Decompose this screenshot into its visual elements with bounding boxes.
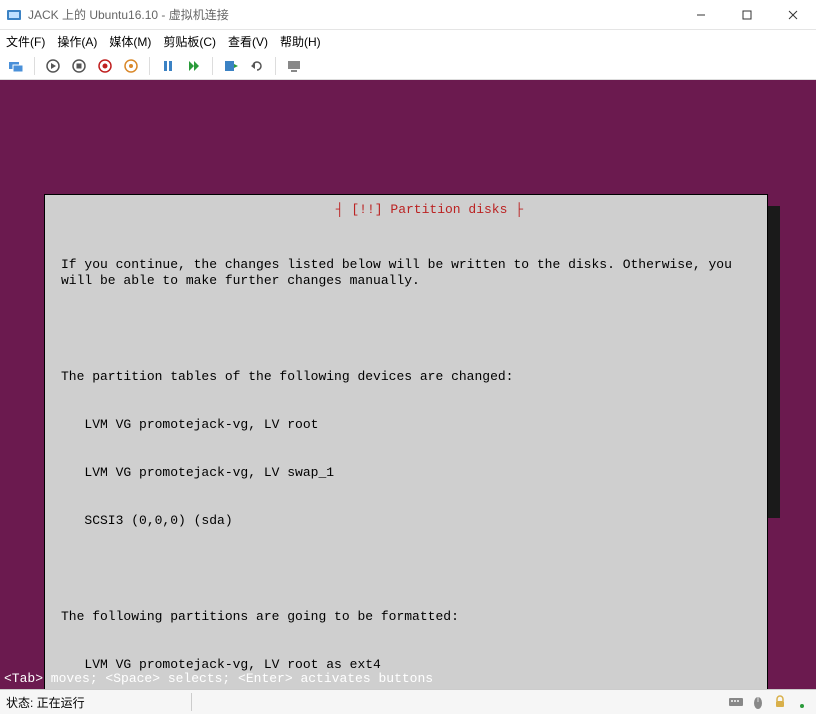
keyboard-hint: <Tab> moves; <Space> selects; <Enter> ac… <box>4 671 433 687</box>
blank-line <box>61 561 751 577</box>
lock-icon <box>772 694 788 710</box>
vm-display[interactable]: ┤ [!!] Partition disks ├ If you continue… <box>0 80 816 689</box>
close-button[interactable] <box>770 0 816 29</box>
dialog-paragraph-1: If you continue, the changes listed belo… <box>61 257 751 289</box>
revert-icon[interactable] <box>247 56 267 76</box>
toolbar-separator <box>212 57 213 75</box>
pt-line: SCSI3 (0,0,0) (sda) <box>61 513 751 529</box>
toolbar-separator <box>34 57 35 75</box>
dialog-title-row: ┤ [!!] Partition disks ├ <box>45 186 767 234</box>
maximize-button[interactable] <box>724 0 770 29</box>
dialog-title: ┤ [!!] Partition disks ├ <box>330 202 529 217</box>
menu-media[interactable]: 媒体(M) <box>109 33 151 50</box>
start-icon[interactable] <box>43 56 63 76</box>
window-buttons <box>678 0 816 29</box>
minimize-button[interactable] <box>678 0 724 29</box>
pt-line: LVM VG promotejack-vg, LV swap_1 <box>61 465 751 481</box>
fmt-header: The following partitions are going to be… <box>61 609 751 625</box>
pause-icon[interactable] <box>158 56 178 76</box>
status-dot-icon <box>794 694 810 710</box>
menu-view[interactable]: 查看(V) <box>228 33 268 50</box>
status-divider <box>191 693 192 711</box>
partition-dialog: ┤ [!!] Partition disks ├ If you continue… <box>44 194 768 689</box>
menu-file[interactable]: 文件(F) <box>6 33 45 50</box>
menu-action[interactable]: 操作(A) <box>57 33 97 50</box>
menu-help[interactable]: 帮助(H) <box>280 33 321 50</box>
window-title: JACK 上的 Ubuntu16.10 - 虚拟机连接 <box>28 6 678 23</box>
menu-clipboard[interactable]: 剪贴板(C) <box>163 33 216 50</box>
status-label: 状态: 正在运行 <box>6 694 85 711</box>
titlebar: JACK 上的 Ubuntu16.10 - 虚拟机连接 <box>0 0 816 30</box>
toolbar <box>0 52 816 80</box>
turnoff-icon[interactable] <box>69 56 89 76</box>
ctrl-alt-del-icon[interactable] <box>6 56 26 76</box>
keyboard-icon <box>728 694 744 710</box>
pt-line: LVM VG promotejack-vg, LV root <box>61 417 751 433</box>
statusbar: 状态: 正在运行 <box>0 689 816 714</box>
app-icon <box>6 7 22 23</box>
enhanced-session-icon[interactable] <box>284 56 304 76</box>
pt-header: The partition tables of the following de… <box>61 369 751 385</box>
toolbar-separator <box>149 57 150 75</box>
save-icon[interactable] <box>121 56 141 76</box>
checkpoint-icon[interactable] <box>221 56 241 76</box>
mouse-icon <box>750 694 766 710</box>
toolbar-separator <box>275 57 276 75</box>
menubar: 文件(F) 操作(A) 媒体(M) 剪贴板(C) 查看(V) 帮助(H) <box>0 30 816 52</box>
reset-icon[interactable] <box>184 56 204 76</box>
blank-line <box>61 321 751 337</box>
shutdown-icon[interactable] <box>95 56 115 76</box>
